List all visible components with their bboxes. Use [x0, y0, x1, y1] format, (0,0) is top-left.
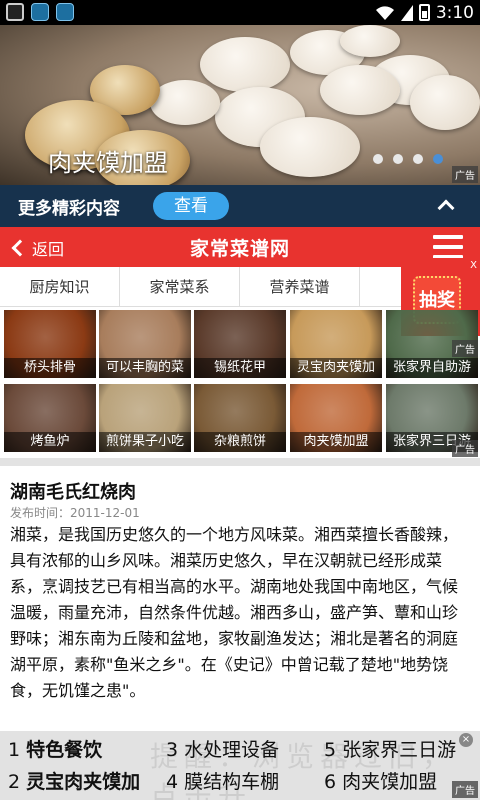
wifi-icon	[375, 5, 394, 20]
grid-tile[interactable]: 桥头排骨	[4, 310, 96, 378]
more-content-label: 更多精彩内容	[18, 199, 120, 219]
bun-image	[200, 37, 290, 92]
article-body: 湘菜，是我国历史悠久的一个地方风味菜。湘西菜擅长香酸辣，具有浓郁的山乡风味。湘菜…	[10, 525, 459, 700]
tile-caption: 烤鱼炉	[4, 432, 96, 452]
ad-link-text: 水处理设备	[184, 739, 280, 761]
ad-link-1[interactable]: 1 特色餐饮	[8, 735, 102, 762]
back-label: 返回	[32, 240, 65, 259]
ad-label: 广告	[452, 781, 478, 798]
chevron-up-icon[interactable]	[437, 199, 455, 217]
ad-link-number: 5	[324, 739, 337, 761]
tab-nutrition-recipes[interactable]: 营养菜谱	[240, 267, 360, 306]
ad-link-4[interactable]: 4 膜结构车棚	[166, 767, 279, 794]
bun-image	[150, 80, 220, 125]
battery-icon	[418, 4, 430, 21]
ad-link-text: 肉夹馍加盟	[342, 771, 438, 793]
article-date: 发布时间：2011-12-01	[10, 506, 140, 520]
grid-tile[interactable]: 煎饼果子小吃	[99, 384, 191, 452]
bun-image	[410, 75, 480, 130]
section-divider	[0, 458, 480, 466]
tile-caption: 张家界自助游	[386, 358, 478, 378]
tile-caption: 可以丰胸的菜	[99, 358, 191, 378]
ad-label: 广告	[452, 340, 478, 357]
ad-label: 广告	[452, 166, 478, 183]
view-button[interactable]: 查看	[153, 192, 229, 220]
clock: 3:10	[435, 2, 474, 23]
article-title: 湖南毛氏红烧肉	[10, 482, 136, 503]
ad-link-number: 2	[8, 771, 21, 793]
grid-tile[interactable]: 烤鱼炉	[4, 384, 96, 452]
ad-link-text: 膜结构车棚	[184, 771, 280, 793]
ad-link-number: 4	[166, 771, 179, 793]
bun-image	[320, 65, 400, 115]
notification-icons	[6, 3, 74, 21]
back-arrow-icon	[11, 239, 29, 257]
grid-tile[interactable]: 杂粮煎饼	[194, 384, 286, 452]
ad-link-text: 张家界三日游	[342, 739, 457, 761]
menu-icon[interactable]	[433, 235, 463, 259]
carousel-dot[interactable]	[373, 154, 383, 164]
status-bar: 3:10	[0, 0, 480, 25]
carousel-dot[interactable]	[393, 154, 403, 164]
site-logo[interactable]: 家常菜谱网	[190, 234, 290, 261]
ad-link-number: 6	[324, 771, 337, 793]
ad-link-5[interactable]: 5 张家界三日游	[324, 735, 456, 762]
ad-link-3[interactable]: 3 水处理设备	[166, 735, 279, 762]
close-icon[interactable]: ×	[459, 733, 473, 747]
tile-caption: 桥头排骨	[4, 358, 96, 378]
banner-title: 肉夹馍加盟	[48, 149, 168, 177]
carousel-dots	[373, 154, 443, 164]
grid-tile[interactable]: 锡纸花甲	[194, 310, 286, 378]
system-indicators: 3:10	[375, 2, 474, 23]
ad-link-number: 1	[8, 739, 21, 761]
banner-carousel[interactable]: 肉夹馍加盟 广告	[0, 25, 480, 185]
app-notification-icon	[56, 3, 74, 21]
tile-caption: 煎饼果子小吃	[99, 432, 191, 452]
bottom-ad[interactable]: 提醒：浏览器过旧，点击升 1 特色餐饮 3 水处理设备 5 张家界三日游 2 灵…	[0, 731, 480, 800]
tile-caption: 灵宝肉夹馍加	[290, 358, 382, 378]
grid-tile[interactable]: 灵宝肉夹馍加	[290, 310, 382, 378]
signal-icon	[400, 4, 413, 21]
grid-tile[interactable]: 可以丰胸的菜	[99, 310, 191, 378]
ad-label: 广告	[452, 440, 478, 457]
tile-caption: 杂粮煎饼	[194, 432, 286, 452]
carousel-dot-active[interactable]	[433, 154, 443, 164]
tab-kitchen-knowledge[interactable]: 厨房知识	[0, 267, 120, 306]
close-icon[interactable]: X	[470, 260, 477, 271]
food-grid: 桥头排骨 可以丰胸的菜 锡纸花甲 灵宝肉夹馍加 张家界自助游 烤鱼炉 煎饼果子小…	[0, 310, 480, 458]
ad-link-text: 特色餐饮	[26, 739, 103, 761]
ad-link-number: 3	[166, 739, 179, 761]
bun-image	[340, 25, 400, 57]
tile-caption: 锡纸花甲	[194, 358, 286, 378]
tab-home-cuisines[interactable]: 家常菜系	[120, 267, 240, 306]
grid-tile[interactable]: 肉夹馍加盟	[290, 384, 382, 452]
ad-link-6[interactable]: 6 肉夹馍加盟	[324, 767, 437, 794]
bun-image	[260, 117, 360, 177]
carousel-dot[interactable]	[413, 154, 423, 164]
back-button[interactable]: 返回	[10, 236, 64, 260]
image-notification-icon	[6, 3, 24, 21]
ad-link-text: 灵宝肉夹馍加	[26, 771, 141, 793]
tile-caption: 肉夹馍加盟	[290, 432, 382, 452]
ad-link-2[interactable]: 2 灵宝肉夹馍加	[8, 767, 140, 794]
more-content-bar: 更多精彩内容 查看	[0, 185, 480, 227]
app-notification-icon	[31, 3, 49, 21]
